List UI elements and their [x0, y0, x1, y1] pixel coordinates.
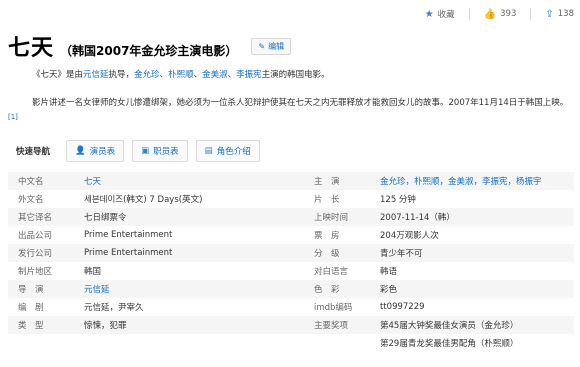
- share-button[interactable]: ⇪ 138: [545, 9, 574, 20]
- info-key: 对白语言: [314, 267, 349, 277]
- info-row: 外文名 세븐데이즈(韩文) 7 Days(英文) 片 长 125 分钟: [8, 190, 574, 208]
- quicknav-label: 快速导航: [16, 147, 51, 157]
- info-value: 七日绑票令: [84, 213, 127, 223]
- info-value: Prime Entertainment: [84, 230, 173, 240]
- title-subtitle: （韩国2007年金允珍主演电影）: [60, 44, 238, 58]
- actor-link[interactable]: 金允珍: [134, 70, 160, 80]
- info-value[interactable]: 七天: [78, 175, 294, 187]
- actor-link[interactable]: 李振宪: [236, 70, 262, 80]
- info-row: 发行公司 Prime Entertainment 分 级 青少年不可: [8, 244, 574, 262]
- star-icon: ★: [424, 8, 434, 20]
- info-box: 中文名 七天 主 演 金允珍，朴熙顺，金美淑，李振宪，杨振宇外文名 세븐데이즈(韩文) …: [8, 172, 574, 352]
- info-row: 其它译名 七日绑票令 上映时间 2007-11-14（韩）: [8, 208, 574, 226]
- cast-button[interactable]: 👤 演员表: [66, 140, 125, 162]
- thumbs-up-icon: 👍: [483, 8, 497, 20]
- title-main: 七天: [8, 35, 55, 61]
- reference-link[interactable]: [1]: [8, 113, 18, 121]
- favorite-button[interactable]: ★ 收藏: [424, 8, 455, 21]
- divider: [468, 8, 470, 20]
- article-toolbar: ★ 收藏 👍 393 ⇪ 138: [425, 8, 574, 20]
- text: 、: [159, 70, 169, 80]
- info-key: 制片地区: [18, 267, 53, 277]
- like-button[interactable]: 👍 393: [484, 9, 517, 20]
- info-row: 编 剧 元信延，尹宰久 imdb编码 tt0997229: [8, 298, 574, 316]
- roles-icon: ▤: [204, 146, 213, 156]
- pencil-icon: ✎: [258, 41, 266, 51]
- info-value: 惊悚，犯罪: [84, 321, 127, 331]
- person-icon: 👤: [75, 146, 86, 156]
- info-value: 204万观影人次: [380, 231, 439, 241]
- info-row: 导 演 元信延 色 彩 彩色: [8, 280, 574, 298]
- info-value: 韩语: [380, 267, 398, 277]
- text: 影片讲述一名女律师的女儿惨遭绑架，她必须为一位杀人犯辩护使其在七天之内无罪释放才…: [32, 98, 569, 108]
- intro-paragraph-2: 影片讲述一名女律师的女儿惨遭绑架，她必须为一位杀人犯辩护使其在七天之内无罪释放才…: [8, 96, 574, 128]
- info-key: 片 长: [314, 195, 340, 205]
- info-value: 125 分钟: [380, 195, 416, 205]
- info-row: 中文名 七天 主 演 金允珍，朴熙顺，金美淑，李振宪，杨振宇: [8, 172, 574, 190]
- info-value: tt0997229: [380, 302, 425, 312]
- button-label: 演员表: [89, 147, 116, 157]
- edit-label: 编辑: [268, 41, 285, 51]
- info-row: 类 型 惊悚，犯罪 主要奖项 第45届大钟奖最佳女演员（金允珍）: [8, 316, 574, 334]
- text: 、: [227, 70, 237, 80]
- actor-link[interactable]: 金美淑: [202, 70, 228, 80]
- info-row: 制片地区 韩国 对白语言 韩语: [8, 262, 574, 280]
- info-key: 发行公司: [18, 249, 53, 259]
- info-value: 彩色: [380, 285, 398, 295]
- crew-button[interactable]: ▣ 职员表: [132, 140, 188, 162]
- favorite-label: 收藏: [437, 10, 455, 20]
- info-key: 主 演: [314, 177, 340, 187]
- info-key: 分 级: [314, 249, 340, 259]
- info-key: 票 房: [314, 231, 340, 241]
- quick-navigation: 快速导航 👤 演员表 ▣ 职员表 ▤ 角色介绍: [16, 140, 260, 162]
- page-title: 七天 （韩国2007年金允珍主演电影） ✎ 编辑: [8, 30, 292, 62]
- info-key: imdb编码: [314, 303, 353, 313]
- info-key: 类 型: [18, 321, 44, 331]
- info-value: 元信延，尹宰久: [84, 303, 144, 313]
- crew-icon: ▣: [141, 146, 150, 156]
- info-key: 外文名: [18, 195, 44, 205]
- info-value: 青少年不可: [380, 249, 423, 259]
- actor-link[interactable]: 朴熙顺: [168, 70, 194, 80]
- text: 、: [193, 70, 203, 80]
- text: 执导，: [108, 70, 135, 80]
- info-row: 出品公司 Prime Entertainment 票 房 204万观影人次: [8, 226, 574, 244]
- divider: [530, 8, 532, 20]
- roles-button[interactable]: ▤ 角色介绍: [195, 140, 260, 162]
- info-value: 세븐데이즈(韩文) 7 Days(英文): [84, 195, 203, 205]
- info-key: 上映时间: [314, 213, 349, 223]
- info-row: 第29届青龙奖最佳男配角（朴熙顺）: [8, 334, 574, 352]
- button-label: 角色介绍: [216, 147, 251, 157]
- share-icon: ⇪: [545, 8, 554, 20]
- info-value[interactable]: 元信延: [78, 283, 294, 295]
- intro-paragraph-1: 《七天》是由元信延执导，金允珍、朴熙顺、金美淑、李振宪主演的韩国电影。: [8, 68, 574, 82]
- info-key: 中文名: [18, 177, 44, 187]
- share-count: 138: [557, 9, 574, 19]
- text: 《七天》是由: [32, 70, 84, 80]
- info-key: 主要奖项: [314, 321, 349, 331]
- info-key: 出品公司: [18, 231, 53, 241]
- info-value[interactable]: 金允珍，朴熙顺，金美淑，李振宪，杨振宇: [372, 175, 574, 187]
- like-count: 393: [500, 9, 517, 19]
- button-label: 职员表: [153, 147, 179, 157]
- text: 主演的韩国电影。: [261, 70, 330, 80]
- info-value: 2007-11-14（韩）: [380, 213, 455, 223]
- info-value: 第29届青龙奖最佳男配角（朴熙顺）: [380, 339, 519, 349]
- info-key: 其它译名: [18, 213, 53, 223]
- edit-button[interactable]: ✎ 编辑: [251, 37, 292, 55]
- info-value: Prime Entertainment: [84, 248, 173, 258]
- info-value: 韩国: [84, 267, 102, 277]
- info-key: 色 彩: [314, 285, 340, 295]
- info-value: 第45届大钟奖最佳女演员（金允珍）: [380, 321, 519, 331]
- director-link[interactable]: 元信延: [83, 70, 109, 80]
- info-key: 编 剧: [18, 303, 44, 313]
- info-key: 导 演: [18, 285, 44, 295]
